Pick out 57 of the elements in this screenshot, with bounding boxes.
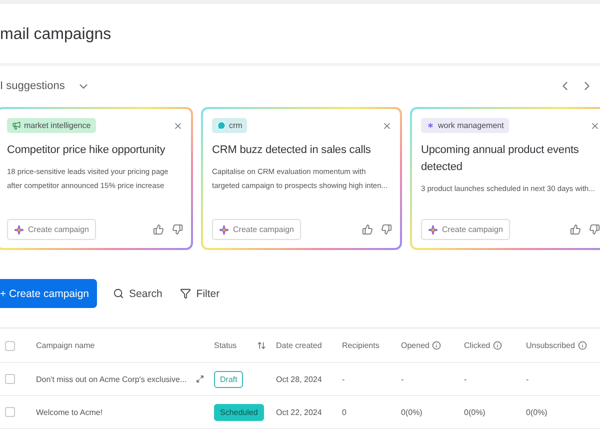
status-tag: Draft — [214, 370, 244, 388]
filter-button[interactable]: Filter — [178, 288, 222, 300]
column-header: Clicked — [464, 341, 502, 350]
campaign-name[interactable]: Don't miss out on Acme Corp's exclusive... — [36, 374, 187, 384]
sparkle-icon — [219, 224, 229, 234]
create-campaign-button[interactable]: + Create campaign — [0, 279, 98, 308]
status-tag: Scheduled — [214, 404, 264, 420]
table-cell-text: - — [464, 374, 468, 384]
sort-icon[interactable] — [257, 341, 266, 350]
column-header: Campaign name — [36, 341, 95, 350]
table-cell-text: Oct 28, 2024 — [276, 374, 323, 384]
section-label: I suggestions — [0, 80, 65, 92]
search-icon — [113, 288, 124, 299]
table-cell-text: - — [342, 374, 346, 384]
column-header: Recipients — [342, 341, 380, 350]
table-cell-text: 0(0%) — [526, 408, 548, 416]
column-header: Opened — [401, 341, 442, 350]
table-cell-text: 0 — [342, 408, 348, 416]
checkbox[interactable] — [5, 374, 15, 384]
sparkle-icon — [428, 224, 438, 234]
create-campaign-button[interactable]: Create campaign — [7, 219, 96, 240]
table-cell-text: 0(0%) — [401, 408, 424, 416]
filter-icon — [180, 288, 192, 299]
column-header: Status — [214, 341, 237, 350]
thumbs-up-icon[interactable] — [153, 224, 164, 235]
search-button[interactable]: Search — [111, 288, 164, 300]
close-icon[interactable] — [590, 120, 600, 130]
column-header: Date created — [276, 341, 322, 350]
thumbs-down-icon[interactable] — [172, 224, 183, 235]
chat-icon — [217, 121, 226, 130]
close-icon[interactable] — [173, 120, 183, 130]
card-title: Competitor price hike opportunity — [7, 143, 166, 158]
table-cell-text: - — [526, 374, 530, 384]
category-tag: crm — [212, 118, 248, 133]
table-cell-text: 0(0%) — [464, 408, 486, 416]
checkbox[interactable] — [5, 340, 15, 350]
thumbs-down-icon[interactable] — [589, 224, 600, 235]
table-cell-text: - — [401, 374, 405, 384]
asterisk-icon — [426, 121, 435, 130]
card-title: Upcoming annual product events detected — [421, 143, 580, 175]
create-campaign-button[interactable]: Create campaign — [421, 219, 510, 240]
category-tag: work management — [421, 118, 509, 133]
checkbox[interactable] — [5, 407, 15, 417]
expand-icon[interactable] — [196, 375, 204, 383]
campaign-name[interactable]: Welcome to Acme! — [36, 408, 103, 416]
sparkle-icon — [14, 224, 24, 234]
thumbs-down-icon[interactable] — [381, 224, 392, 235]
thumbs-up-icon[interactable] — [570, 224, 581, 235]
create-campaign-button[interactable]: Create campaign — [212, 219, 301, 240]
thumbs-up-icon[interactable] — [362, 224, 373, 235]
close-icon[interactable] — [382, 120, 392, 130]
table-cell-text: Oct 22, 2024 — [276, 408, 323, 416]
page-title: mail campaigns — [0, 26, 112, 44]
category-tag: market intelligence — [7, 118, 96, 133]
card-title: CRM buzz detected in sales calls — [212, 143, 372, 158]
megaphone-icon — [12, 121, 21, 130]
column-header: Unsubscribed — [526, 341, 587, 350]
